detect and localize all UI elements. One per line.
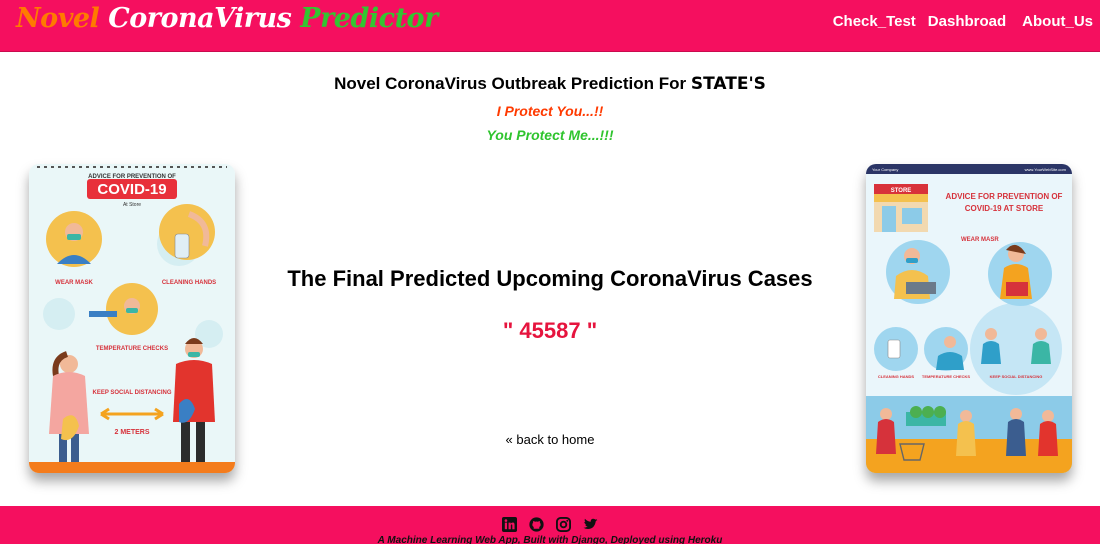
back-to-home-link[interactable]: « back to home <box>0 432 1100 447</box>
poster-right-line1: ADVICE FOR PREVENTION OF <box>946 192 1063 201</box>
brand-logo[interactable]: Novel CoronaVirus Predictor <box>16 3 438 34</box>
poster-right-clean: CLEANING HANDS <box>878 374 915 379</box>
predicted-cases-value: " 45587 " <box>502 318 598 343</box>
page-title: Novel CoronaVirus Outbreak Prediction Fo… <box>0 74 1100 94</box>
poster-right-store: STORE <box>891 188 912 194</box>
poster-right-wear: WEAR MASR <box>961 237 999 243</box>
poster-right-line2: COVID-19 AT STORE <box>965 204 1044 213</box>
nav-links: Check_Test Dashbroad About_Us <box>821 13 1093 30</box>
brand-word-novel: Novel <box>16 3 100 34</box>
poster-right-temp: TEMPERATURE CHECKS <box>922 374 970 379</box>
poster-left-banner: COVID-19 <box>97 181 166 198</box>
twitter-icon[interactable] <box>583 517 598 532</box>
social-links <box>0 517 1100 532</box>
result-title: The Final Predicted Upcoming CoronaVirus… <box>287 266 813 291</box>
tagline-protect-you: I Protect You...!! <box>496 103 604 119</box>
poster-right-site: www.YourWebSite.com <box>1025 167 1067 172</box>
poster-left-sub: At Store <box>123 202 141 208</box>
linkedin-icon[interactable] <box>502 517 517 532</box>
poster-right-keep: KEEP SOCIAL DISTANCING <box>990 374 1043 379</box>
page-title-state: STATE'S <box>690 74 766 94</box>
brand-word-coronavirus: CoronaVirus <box>108 3 292 34</box>
footer-credits: A Machine Learning Web App, Built with D… <box>377 535 723 544</box>
page-title-prefix: Novel CoronaVirus Outbreak Prediction Fo… <box>334 74 687 93</box>
nav-dashboard[interactable]: Dashbroad <box>928 13 1006 30</box>
footer: A Machine Learning Web App, Built with D… <box>0 506 1100 544</box>
poster-left-temp: TEMPERATURE CHECKS <box>96 346 168 352</box>
top-navbar: Novel CoronaVirus Predictor Check_Test D… <box>0 0 1100 52</box>
tagline-protect-me: You Protect Me...!!! <box>486 127 614 143</box>
nav-about-us[interactable]: About_Us <box>1022 13 1093 30</box>
github-icon[interactable] <box>529 517 544 532</box>
nav-check-test[interactable]: Check_Test <box>833 13 916 30</box>
poster-right-company: Your Company <box>872 167 898 172</box>
poster-left-keep: KEEP SOCIAL DISTANCING <box>92 390 171 396</box>
brand-word-predictor: Predictor <box>300 3 438 34</box>
instagram-icon[interactable] <box>556 517 571 532</box>
